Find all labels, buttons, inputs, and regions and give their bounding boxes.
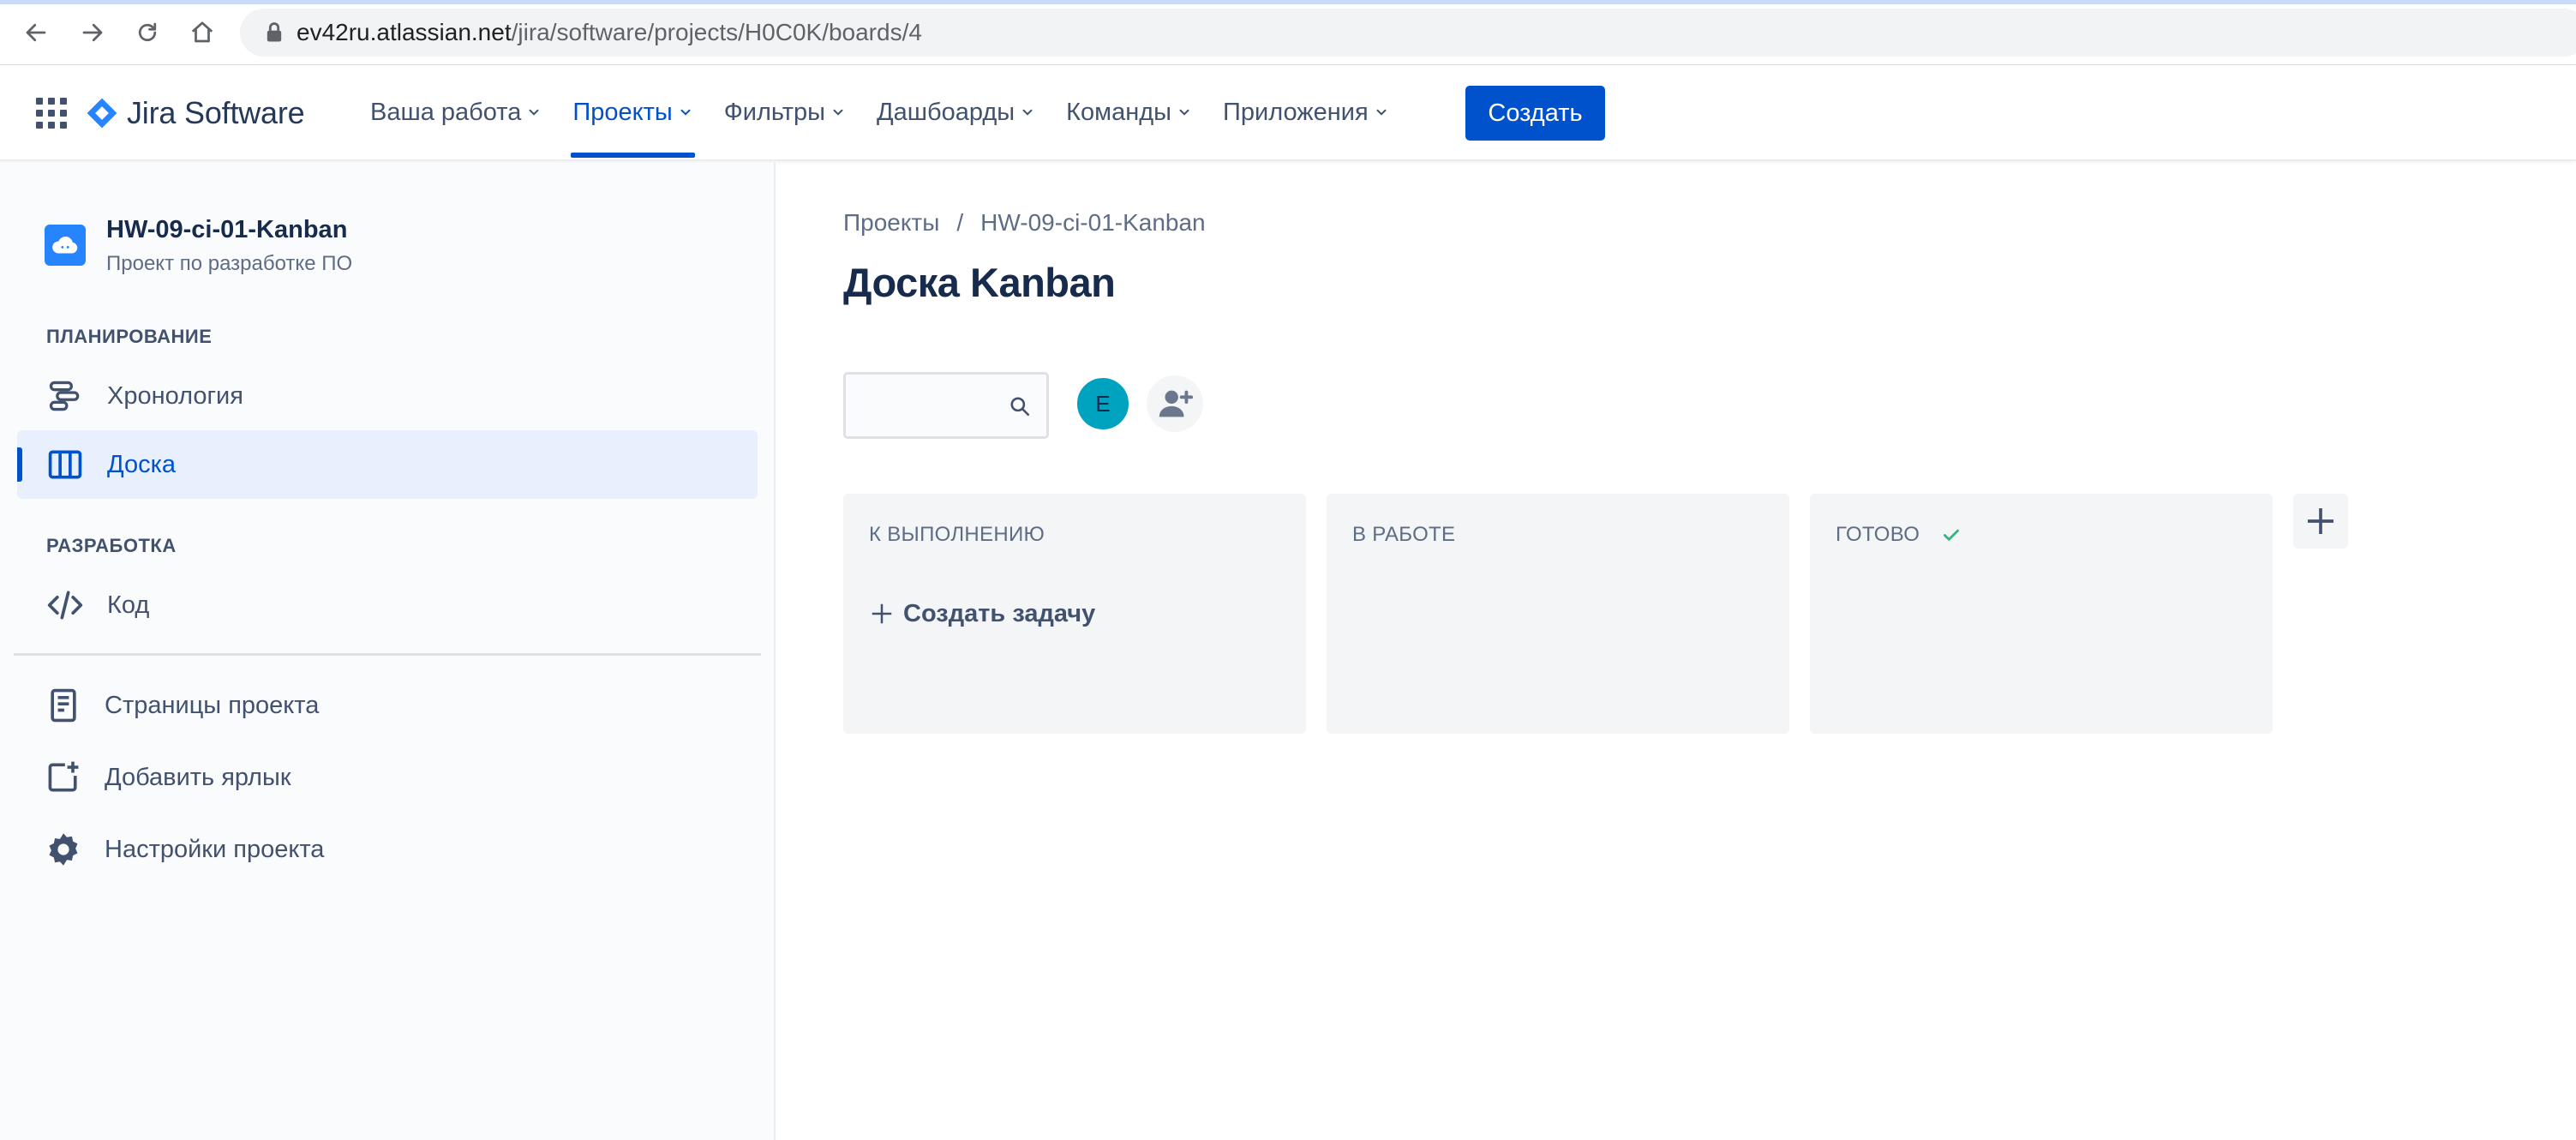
nav-filters[interactable]: Фильтры (714, 65, 856, 159)
nav-label: Команды (1066, 98, 1172, 126)
board-icon (46, 446, 84, 483)
sidebar-item-label: Добавить ярлык (105, 763, 291, 791)
nav-dashboards[interactable]: Дашбоарды (866, 65, 1045, 159)
column-title: ГОТОВО (1836, 523, 1962, 547)
url-host: ev42ru.atlassian.net (297, 19, 512, 45)
sidebar-item-project-pages[interactable]: Страницы проекта (17, 671, 758, 740)
nav-label: Ваша работа (370, 98, 522, 126)
url-text: ev42ru.atlassian.net/jira/software/proje… (297, 21, 922, 45)
app-switcher-icon[interactable] (36, 98, 67, 129)
home-button[interactable] (185, 15, 219, 50)
code-icon (46, 586, 84, 624)
jira-logo[interactable]: Jira Software (86, 93, 305, 134)
search-input[interactable] (851, 380, 1005, 431)
chevron-down-icon (1179, 109, 1189, 116)
sidebar-item-label: Хронология (107, 381, 243, 410)
nav-label: Проекты (572, 98, 673, 126)
jira-diamond-icon (87, 98, 117, 129)
back-button[interactable] (19, 15, 53, 50)
checkmark-icon (1944, 529, 1960, 541)
browser-toolbar: ev42ru.atlassian.net/jira/software/proje… (0, 0, 2576, 65)
project-sidebar: HW-09-ci-01-Kanban Проект по разработке … (0, 163, 776, 1140)
board-column-in-progress: В РАБОТЕ (1327, 494, 1789, 734)
add-column-button[interactable] (2293, 494, 2348, 549)
board-search[interactable] (843, 372, 1049, 439)
section-planning-title: ПЛАНИРОВАНИЕ (46, 326, 213, 347)
chevron-down-icon (529, 109, 539, 116)
chevron-down-icon (833, 109, 843, 116)
plus-icon (2308, 508, 2333, 534)
breadcrumb: Проекты / HW-09-ci-01-Kanban (843, 209, 1206, 237)
project-type: Проект по разработке ПО (106, 252, 353, 275)
sidebar-item-label: Код (107, 591, 150, 619)
project-name[interactable]: HW-09-ci-01-Kanban (106, 216, 347, 244)
search-icon (1010, 397, 1030, 417)
arrow-right-icon (82, 23, 103, 42)
add-shortcut-icon (45, 759, 82, 796)
reload-icon (138, 22, 157, 42)
cloud-icon (52, 237, 78, 254)
logo-text: Jira Software (127, 95, 305, 130)
sidebar-item-label: Настройки проекта (105, 835, 325, 863)
home-icon (191, 21, 213, 43)
page-title: Доска Kanban (843, 260, 1116, 305)
column-title-text: К ВЫПОЛНЕНИЮ (869, 523, 1045, 546)
sidebar-item-code[interactable]: Код (17, 571, 758, 639)
board-column-done: ГОТОВО (1810, 494, 2273, 734)
nav-apps[interactable]: Приложения (1213, 65, 1399, 159)
jira-top-navigation: Jira Software Ваша работа Проекты Фильтр… (0, 65, 2576, 161)
timeline-icon (46, 377, 84, 415)
chevron-down-icon (1022, 109, 1033, 116)
url-path: /jira/software/projects/H0C0K/boards/4 (511, 19, 922, 45)
sidebar-item-label: Доска (107, 450, 177, 478)
reload-button[interactable] (130, 15, 165, 50)
avatar[interactable]: E (1075, 375, 1131, 432)
nav-label: Фильтры (723, 98, 826, 126)
forward-button[interactable] (75, 15, 110, 50)
add-people-button[interactable] (1147, 375, 1203, 432)
nav-projects[interactable]: Проекты (562, 65, 703, 159)
sidebar-item-board[interactable]: Доска (17, 430, 758, 499)
create-issue-label: Создать задачу (903, 599, 1096, 627)
chevron-down-icon (680, 109, 691, 116)
breadcrumb-project-link[interactable]: HW-09-ci-01-Kanban (980, 209, 1206, 237)
column-title: В РАБОТЕ (1352, 523, 1455, 547)
project-avatar[interactable] (45, 225, 86, 266)
address-bar[interactable]: ev42ru.atlassian.net/jira/software/proje… (240, 9, 2576, 57)
nav-your-work[interactable]: Ваша работа (360, 65, 552, 159)
breadcrumb-projects-link[interactable]: Проекты (843, 209, 939, 237)
section-development-title: РАЗРАБОТКА (46, 535, 177, 556)
create-button[interactable]: Создать (1465, 86, 1605, 141)
sidebar-item-label: Страницы проекта (105, 691, 320, 719)
plus-icon (872, 603, 892, 624)
column-title-text: В РАБОТЕ (1352, 523, 1456, 546)
create-issue-button[interactable]: Создать задачу (869, 597, 1095, 631)
nav-label: Дашбоарды (877, 98, 1015, 126)
chevron-down-icon (1376, 109, 1387, 116)
arrow-left-icon (26, 23, 46, 42)
sidebar-item-timeline[interactable]: Хронология (17, 362, 758, 430)
nav-teams[interactable]: Команды (1056, 65, 1202, 159)
column-title-text: ГОТОВО (1836, 523, 1920, 546)
lock-icon (267, 22, 282, 42)
sidebar-divider (14, 653, 761, 656)
board-column-todo: К ВЫПОЛНЕНИЮ Создать задачу (843, 494, 1306, 734)
sidebar-item-project-settings[interactable]: Настройки проекта (17, 815, 758, 884)
gear-icon (45, 831, 82, 868)
breadcrumb-separator: / (956, 209, 964, 236)
main-menu: Ваша работа Проекты Фильтры Дашбоарды Ко… (360, 65, 1410, 159)
column-title: К ВЫПОЛНЕНИЮ (869, 523, 1045, 547)
page-icon (45, 687, 82, 724)
browser-tab-strip (0, 0, 2576, 4)
add-person-icon (1159, 390, 1194, 417)
sidebar-item-add-shortcut[interactable]: Добавить ярлык (17, 743, 758, 812)
nav-label: Приложения (1223, 98, 1369, 126)
